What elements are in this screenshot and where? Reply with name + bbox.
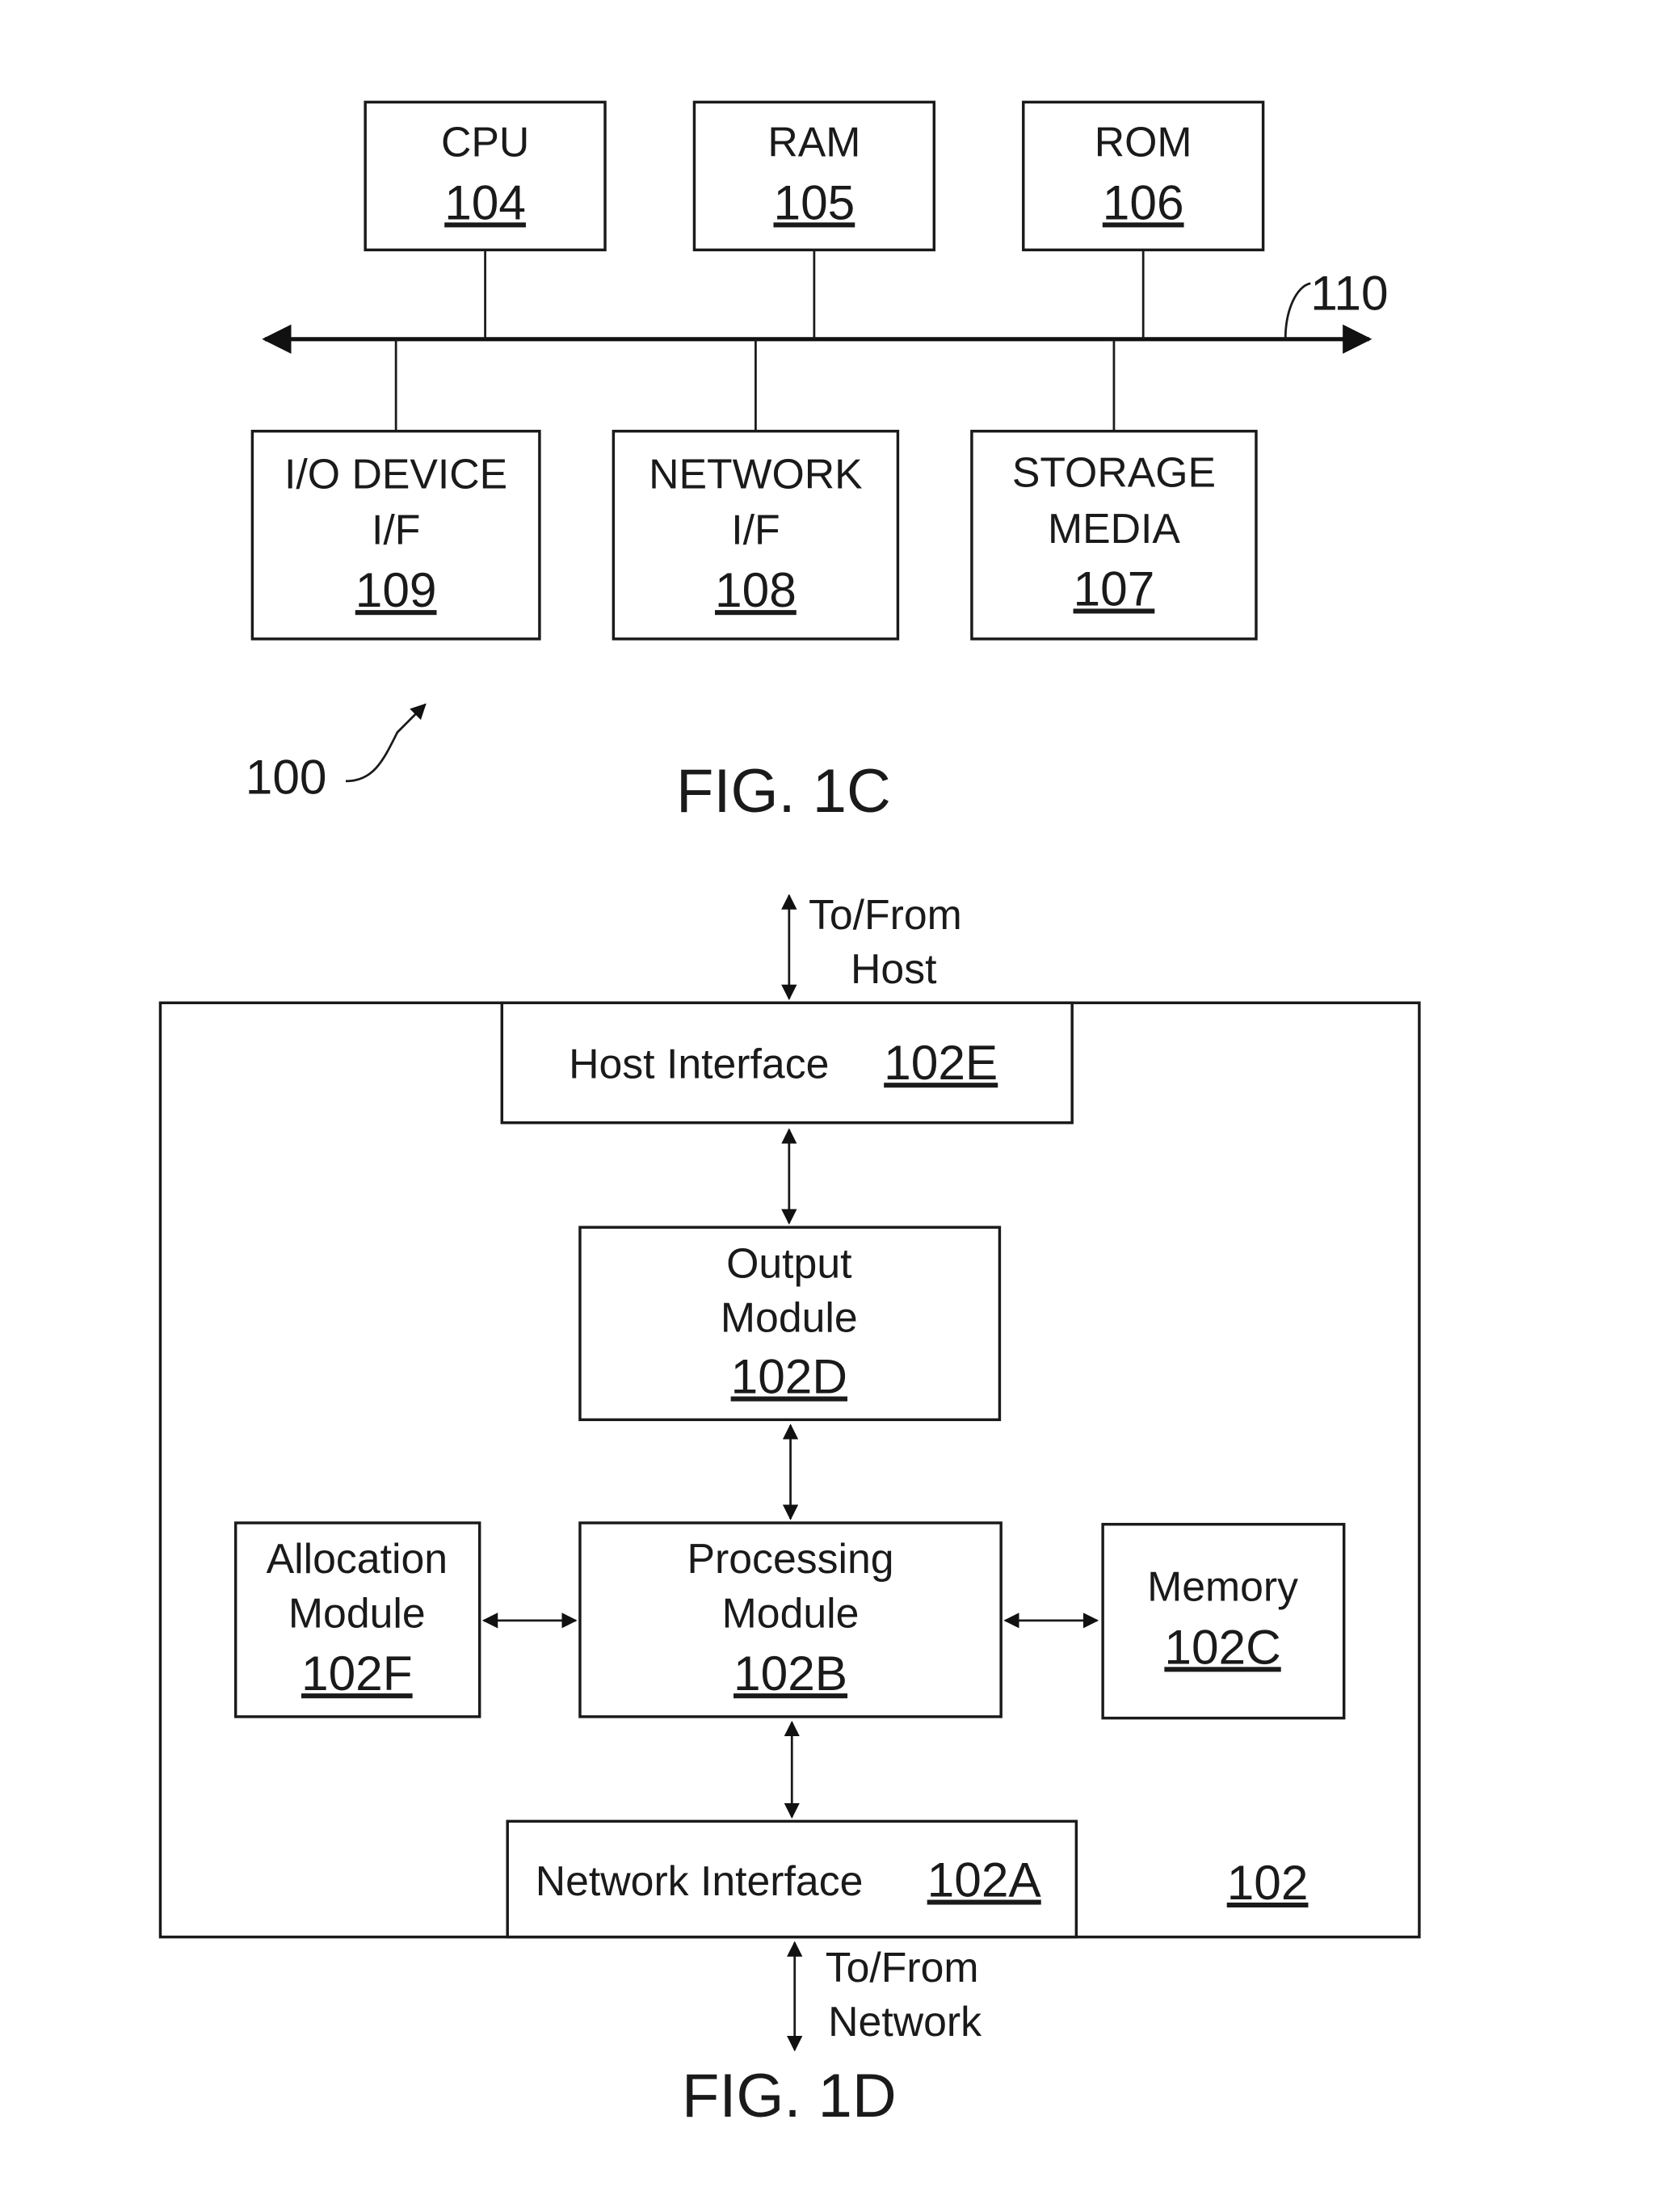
bus-ref-leader <box>1284 282 1311 339</box>
memory-ref: 102C <box>1164 1619 1280 1674</box>
storage-label-1: STORAGE <box>1012 449 1216 496</box>
network-interface-ref: 102A <box>927 1852 1042 1907</box>
io-device-label-1: I/O DEVICE <box>284 450 507 497</box>
allocation-module-block: Allocation Module 102F <box>233 1521 481 1718</box>
io-device-label-2: I/F <box>372 506 420 553</box>
network-interface-label: Network Interface <box>536 1857 864 1904</box>
memory-label: Memory <box>1147 1563 1298 1610</box>
io-device-if-block: I/O DEVICE I/F 109 <box>250 339 541 641</box>
patent-figures: 110 CPU 104 RAM 105 ROM 106 I/O DEVICE I… <box>158 100 1421 2130</box>
network-if-block: NETWORK I/F 108 <box>612 339 900 641</box>
fig-1c-caption: FIG. 1C <box>676 757 891 826</box>
network-io-label-1: To/From <box>826 1944 979 1991</box>
cpu-label: CPU <box>441 119 529 166</box>
cpu-ref: 104 <box>444 175 526 229</box>
host-interface-ref: 102E <box>884 1035 998 1090</box>
storage-label-2: MEDIA <box>1048 505 1180 552</box>
ram-ref: 105 <box>774 175 855 229</box>
host-interface-label: Host Interface <box>569 1040 829 1087</box>
rom-ref: 106 <box>1103 175 1184 229</box>
processing-module-label-2: Module <box>722 1589 860 1636</box>
rom-label: ROM <box>1095 119 1192 166</box>
host-io-label-1: To/From <box>809 891 962 938</box>
host-io-label-2: Host <box>851 945 936 992</box>
output-module-label-1: Output <box>726 1239 851 1286</box>
network-interface-block: Network Interface 102A <box>506 1819 1078 1939</box>
device-ref: 102 <box>1227 1855 1309 1910</box>
fig-1d: To/From Host Host Interface 102E Output … <box>158 891 1421 2130</box>
system-ref-arrow <box>346 703 427 783</box>
network-if-label-2: I/F <box>731 506 780 553</box>
allocation-module-ref: 102F <box>301 1646 413 1701</box>
cpu-block: CPU 104 <box>364 100 607 339</box>
fig-1d-caption: FIG. 1D <box>682 2062 897 2130</box>
output-module-ref: 102D <box>731 1349 847 1404</box>
ram-label: RAM <box>767 119 860 166</box>
system-ref: 100 <box>246 749 327 804</box>
allocation-module-label-1: Allocation <box>267 1535 448 1582</box>
processing-module-ref: 102B <box>734 1646 847 1701</box>
rom-block: ROM 106 <box>1022 100 1265 339</box>
io-device-ref: 109 <box>355 562 437 617</box>
output-module-label-2: Module <box>721 1294 858 1341</box>
network-io-label-2: Network <box>828 1998 982 2045</box>
fig-1c: 110 CPU 104 RAM 105 ROM 106 I/O DEVICE I… <box>246 100 1389 826</box>
ram-block: RAM 105 <box>692 100 936 339</box>
storage-ref: 107 <box>1074 561 1155 616</box>
allocation-module-label-2: Module <box>288 1589 426 1636</box>
memory-block: Memory 102C <box>1101 1523 1346 1720</box>
processing-module-label-1: Processing <box>687 1535 894 1582</box>
storage-media-block: STORAGE MEDIA 107 <box>970 339 1258 641</box>
host-interface-block: Host Interface 102E <box>500 1001 1074 1125</box>
network-if-label-1: NETWORK <box>649 450 863 497</box>
output-module-block: Output Module 102D <box>578 1226 1002 1422</box>
network-if-ref: 108 <box>715 562 797 617</box>
bus-ref: 110 <box>1310 266 1388 321</box>
processing-module-block: Processing Module 102B <box>578 1521 1003 1718</box>
